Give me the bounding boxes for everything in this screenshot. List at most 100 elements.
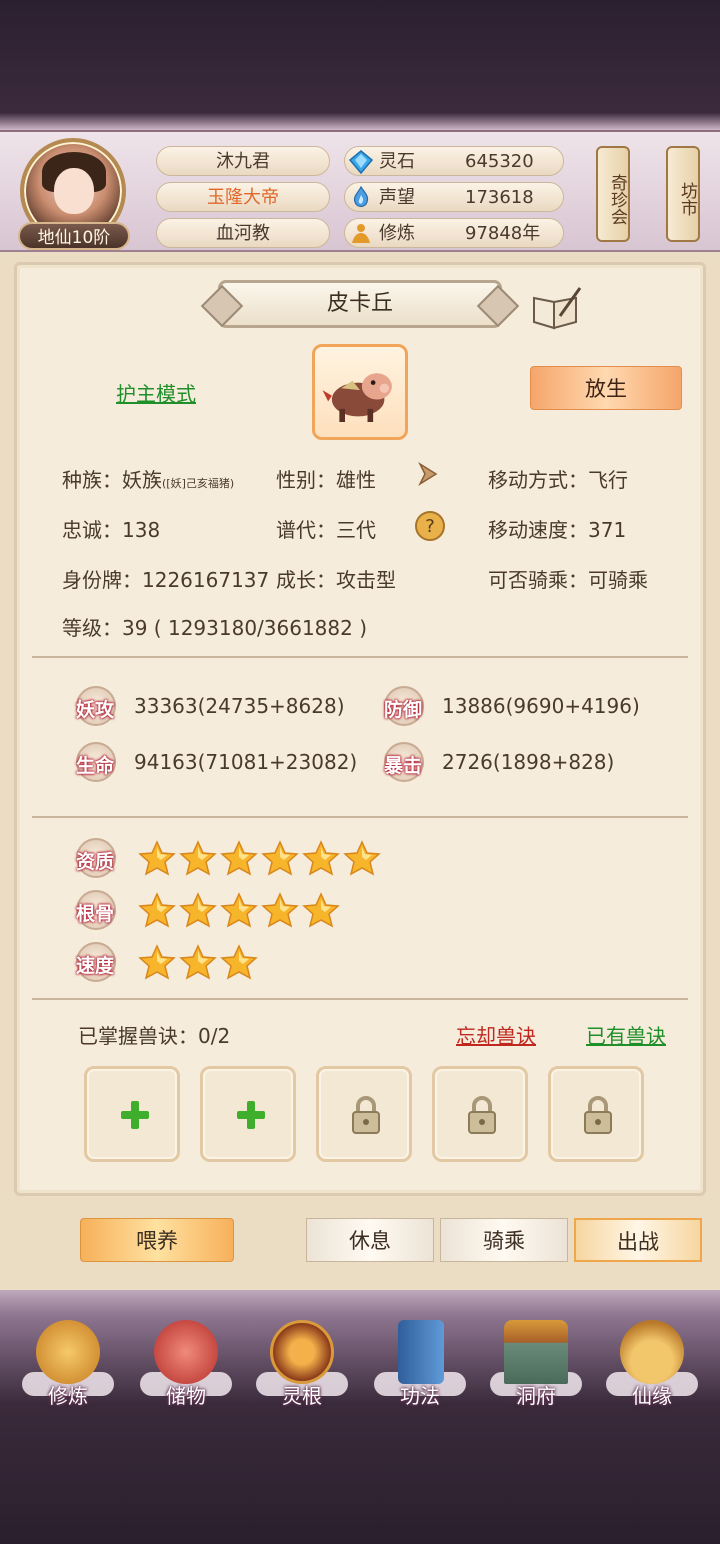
spirit-root-icon xyxy=(270,1320,334,1384)
stat-spirit-stone: 灵石 645320 xyxy=(344,146,564,176)
badge-label: 生命 xyxy=(76,755,115,777)
svg-text:?: ? xyxy=(425,516,435,537)
defense-value: 13886(9690+4196) xyxy=(442,694,640,718)
star-icon xyxy=(179,944,217,980)
star-icon xyxy=(343,840,381,876)
star-icon xyxy=(138,944,176,980)
nav-fate[interactable]: 仙缘 xyxy=(602,1316,702,1408)
star-icon xyxy=(220,944,258,980)
treasure-fair-button[interactable]: 奇珍会 xyxy=(596,146,630,242)
player-name: 沐九君 xyxy=(156,146,330,176)
nav-label: 修炼 xyxy=(48,1384,88,1408)
flame-icon xyxy=(353,186,369,208)
star-icon xyxy=(261,840,299,876)
level: 等级：39 ( 1293180/3661882 ) xyxy=(62,616,368,640)
star-icon xyxy=(220,892,258,928)
move-type: 移动方式：飞行 xyxy=(488,468,628,492)
nav-label: 仙缘 xyxy=(632,1384,672,1408)
skill-slot-locked[interactable] xyxy=(316,1066,412,1162)
star-icon xyxy=(302,892,340,928)
loyalty: 忠诚：138 xyxy=(62,518,161,542)
nav-label: 洞府 xyxy=(516,1384,556,1408)
plus-icon xyxy=(121,1101,149,1129)
attack-value: 33363(24735+8628) xyxy=(134,694,345,718)
life-badge: 生命 xyxy=(76,742,116,782)
player-header: 地仙10阶 沐九君 玉隆大帝 血河教 灵石 645320 声望 173618 修… xyxy=(0,130,720,252)
guard-mode-link[interactable]: 护主模式 xyxy=(116,378,196,407)
diamond-icon xyxy=(349,150,373,174)
book-icon[interactable] xyxy=(530,286,582,330)
market-button[interactable]: 坊市 xyxy=(666,146,700,242)
skill-slot-locked[interactable] xyxy=(548,1066,644,1162)
player-title: 玉隆大帝 xyxy=(156,182,330,212)
gourd-icon xyxy=(620,1320,684,1384)
aptitude-badge: 资质 xyxy=(76,838,116,878)
star-icon xyxy=(138,840,176,876)
skill-slot-add[interactable] xyxy=(200,1066,296,1162)
nav-label: 灵根 xyxy=(282,1384,322,1408)
ride-button[interactable]: 骑乘 xyxy=(440,1218,568,1262)
nav-label: 储物 xyxy=(166,1384,206,1408)
divider xyxy=(32,998,688,1000)
bone-badge: 根骨 xyxy=(76,890,116,930)
crit-value: 2726(1898+828) xyxy=(442,750,615,774)
avatar-face xyxy=(54,168,94,214)
id-tag: 身份牌：1226167137 xyxy=(62,568,270,592)
forget-skill-link[interactable]: 忘却兽诀 xyxy=(456,1020,536,1049)
badge-label: 根骨 xyxy=(76,903,115,925)
rest-button[interactable]: 休息 xyxy=(306,1218,434,1262)
nav-cultivate[interactable]: 修炼 xyxy=(18,1316,118,1408)
stat-label: 修炼 xyxy=(379,223,415,244)
nav-technique[interactable]: 功法 xyxy=(370,1316,470,1408)
crit-badge: 暴击 xyxy=(384,742,424,782)
mansion-icon xyxy=(504,1320,568,1384)
race-value: 妖族 xyxy=(122,468,162,492)
race-row: 种族：妖族([妖]己亥福猪) xyxy=(62,464,234,493)
race-detail: ([妖]己亥福猪) xyxy=(162,477,235,490)
pet-name-banner[interactable]: 皮卡丘 xyxy=(218,280,502,328)
nav-label: 功法 xyxy=(400,1384,440,1408)
lock-icon xyxy=(468,1096,496,1134)
star-icon xyxy=(220,840,258,876)
book-icon xyxy=(398,1320,444,1384)
release-button[interactable]: 放生 xyxy=(530,366,682,410)
defense-badge: 防御 xyxy=(384,686,424,726)
meditate-icon xyxy=(352,224,370,243)
battle-button[interactable]: 出战 xyxy=(574,1218,702,1262)
race-label: 种族： xyxy=(62,468,122,492)
help-icon[interactable]: ? xyxy=(414,510,446,542)
pet-portrait[interactable] xyxy=(312,344,408,440)
nav-mansion[interactable]: 洞府 xyxy=(486,1316,586,1408)
feed-button[interactable]: 喂养 xyxy=(80,1218,234,1262)
stat-label: 灵石 xyxy=(379,151,415,172)
star-icon xyxy=(179,892,217,928)
star-icon xyxy=(138,892,176,928)
player-sect: 血河教 xyxy=(156,218,330,248)
nav-spirit-root[interactable]: 灵根 xyxy=(252,1316,352,1408)
gender: 性别：雄性 xyxy=(276,468,376,492)
badge-label: 暴击 xyxy=(384,755,423,777)
cultivate-icon xyxy=(36,1320,100,1384)
stat-value: 97848年 xyxy=(465,223,541,244)
move-speed: 移动速度：371 xyxy=(488,518,627,542)
owned-skills-link[interactable]: 已有兽诀 xyxy=(586,1020,666,1049)
attack-badge: 妖攻 xyxy=(76,686,116,726)
skill-slot-add[interactable] xyxy=(84,1066,180,1162)
divider xyxy=(32,816,688,818)
stat-label: 声望 xyxy=(379,187,415,208)
badge-label: 防御 xyxy=(384,699,423,721)
badge-label: 妖攻 xyxy=(76,699,115,721)
mastered-skills: 已掌握兽诀：0/2 xyxy=(78,1024,231,1048)
speed-badge: 速度 xyxy=(76,942,116,982)
plus-icon xyxy=(237,1101,265,1129)
generation: 谱代：三代 xyxy=(276,518,376,542)
life-value: 94163(71081+23082) xyxy=(134,750,358,774)
nav-storage[interactable]: 储物 xyxy=(136,1316,236,1408)
divider xyxy=(32,656,688,658)
arrow-right-icon[interactable] xyxy=(412,458,444,490)
star-icon xyxy=(179,840,217,876)
skill-slot-locked[interactable] xyxy=(432,1066,528,1162)
stat-value: 173618 xyxy=(465,187,534,208)
growth: 成长：攻击型 xyxy=(276,568,396,592)
stat-cultivation: 修炼 97848年 xyxy=(344,218,564,248)
